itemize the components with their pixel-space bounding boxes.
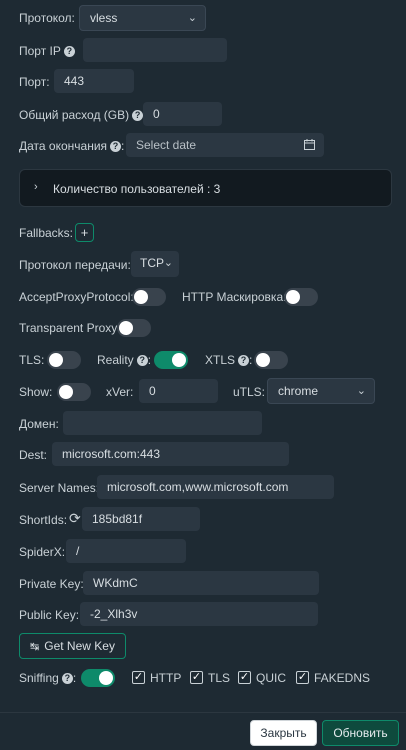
switch-knob — [134, 290, 148, 304]
help-icon[interactable]: ? — [63, 46, 75, 58]
sniff-fakedns-checkbox[interactable]: ✓ — [296, 671, 309, 684]
tls-switch[interactable] — [47, 351, 81, 369]
sniffing-switch[interactable] — [81, 669, 115, 687]
transport-select[interactable]: TCP ⌄ — [131, 251, 179, 277]
help-icon[interactable]: ? — [132, 110, 144, 122]
total-label: Общий расход (GB)?: — [19, 108, 146, 122]
short-ids-label: ShortIds: — [19, 513, 68, 527]
port-label: Порт: — [19, 75, 50, 89]
close-button[interactable]: Закрыть — [250, 720, 317, 746]
reality-label-text: Reality — [97, 353, 134, 367]
help-icon[interactable]: ? — [238, 355, 250, 367]
xtls-switch[interactable] — [254, 351, 288, 369]
server-names-input[interactable]: microsoft.com,www.microsoft.com — [97, 475, 334, 499]
switch-knob — [59, 385, 73, 399]
colon: : — [121, 139, 125, 153]
domain-label: Домен: — [19, 417, 59, 431]
clients-label: Количество пользователей : 3 — [53, 182, 221, 196]
public-key-label: Public Key: — [19, 608, 80, 622]
chevron-right-icon: › — [34, 181, 38, 193]
show-switch[interactable] — [57, 383, 91, 401]
dest-input[interactable]: microsoft.com:443 — [52, 442, 289, 466]
port-input[interactable]: 443 — [54, 69, 134, 93]
protocol-value: vless — [90, 11, 118, 25]
short-ids-input[interactable]: 185bd81f — [82, 507, 200, 531]
utls-label: uTLS: — [233, 385, 266, 399]
switch-knob — [119, 321, 133, 335]
sniff-tls-label: TLS — [208, 671, 231, 685]
sniffing-label-text: Sniffing — [19, 671, 59, 685]
update-button[interactable]: Обновить — [322, 720, 399, 746]
calendar-icon — [304, 139, 315, 150]
chevron-down-icon: ⌄ — [163, 257, 173, 269]
http-mask-label: HTTP Маскировка: — [182, 290, 287, 304]
get-new-key-label: Get New Key — [44, 639, 115, 653]
transport-value: TCP — [140, 256, 164, 270]
port-ip-label-text: Порт IP — [19, 44, 61, 58]
private-key-input[interactable]: WKdmC — [83, 571, 319, 595]
sniff-http-label: HTTP — [150, 671, 182, 685]
xver-label: xVer: — [106, 385, 134, 399]
help-icon[interactable]: ? — [61, 673, 73, 685]
add-fallback-button[interactable]: + — [75, 223, 94, 242]
show-label: Show: — [19, 385, 53, 399]
server-names-label: Server Names: — [19, 481, 100, 495]
xtls-label: XTLS?: — [205, 353, 252, 367]
switch-knob — [49, 353, 63, 367]
sniff-http-checkbox[interactable]: ✓ — [132, 671, 145, 684]
spider-x-input[interactable]: / — [66, 539, 186, 563]
domain-input[interactable] — [63, 411, 262, 435]
expiry-label-text: Дата окончания — [19, 139, 108, 153]
http-mask-switch[interactable] — [284, 288, 318, 306]
sniff-quic-label: QUIC — [256, 671, 286, 685]
total-input[interactable]: 0 — [143, 102, 222, 126]
switch-knob — [172, 353, 186, 367]
expiry-placeholder: Select date — [136, 138, 197, 152]
sniffing-label: Sniffing?: — [19, 671, 76, 685]
utls-select[interactable]: chrome ⌄ — [267, 378, 375, 404]
protocol-select[interactable]: vless ⌄ — [79, 5, 206, 31]
switch-knob — [99, 671, 113, 685]
colon: : — [249, 353, 253, 367]
chevron-down-icon: ⌄ — [187, 12, 197, 24]
xtls-label-text: XTLS — [205, 353, 236, 367]
transparent-proxy-switch[interactable] — [117, 319, 151, 337]
dest-label: Dest: — [19, 448, 48, 462]
tls-label: TLS: — [19, 353, 45, 367]
sniff-quic-checkbox[interactable]: ✓ — [238, 671, 251, 684]
transport-label: Протокол передачи: — [19, 258, 131, 272]
chevron-down-icon: ⌄ — [356, 385, 366, 397]
private-key-label: Private Key: — [19, 577, 84, 591]
public-key-input[interactable]: -2_Xlh3v — [80, 602, 318, 626]
switch-knob — [256, 353, 270, 367]
port-ip-input[interactable] — [83, 38, 227, 62]
spider-x-label: SpiderX: — [19, 545, 66, 559]
total-label-text: Общий расход (GB) — [19, 108, 130, 122]
protocol-label: Протокол: — [19, 11, 75, 25]
footer-divider — [0, 712, 406, 713]
xver-input[interactable]: 0 — [139, 379, 218, 403]
colon: : — [72, 671, 77, 685]
expiry-date-picker[interactable]: Select date — [126, 133, 324, 157]
accept-proxy-switch[interactable] — [132, 288, 166, 306]
help-icon[interactable]: ? — [136, 355, 148, 367]
reality-switch[interactable] — [154, 351, 188, 369]
reality-label: Reality?: — [97, 353, 151, 367]
switch-knob — [286, 290, 300, 304]
utls-value: chrome — [278, 384, 319, 398]
colon: : — [147, 353, 152, 367]
refresh-icon[interactable]: ⟳ — [69, 510, 81, 527]
accept-proxy-label: AcceptProxyProtocol: — [19, 290, 134, 304]
port-ip-label: Порт IP? — [19, 44, 75, 58]
help-icon[interactable]: ? — [110, 141, 122, 153]
sniff-fakedns-label: FAKEDNS — [314, 671, 371, 685]
expiry-label: Дата окончания?: — [19, 139, 124, 153]
login-icon: ↹ — [30, 641, 40, 653]
clients-collapse[interactable]: › Количество пользователей : 3 — [19, 169, 392, 207]
get-new-key-button[interactable]: ↹ Get New Key — [19, 633, 126, 659]
sniff-tls-checkbox[interactable]: ✓ — [190, 671, 203, 684]
fallbacks-label: Fallbacks: — [19, 226, 74, 240]
transparent-proxy-label: Transparent Proxy: — [19, 321, 121, 335]
